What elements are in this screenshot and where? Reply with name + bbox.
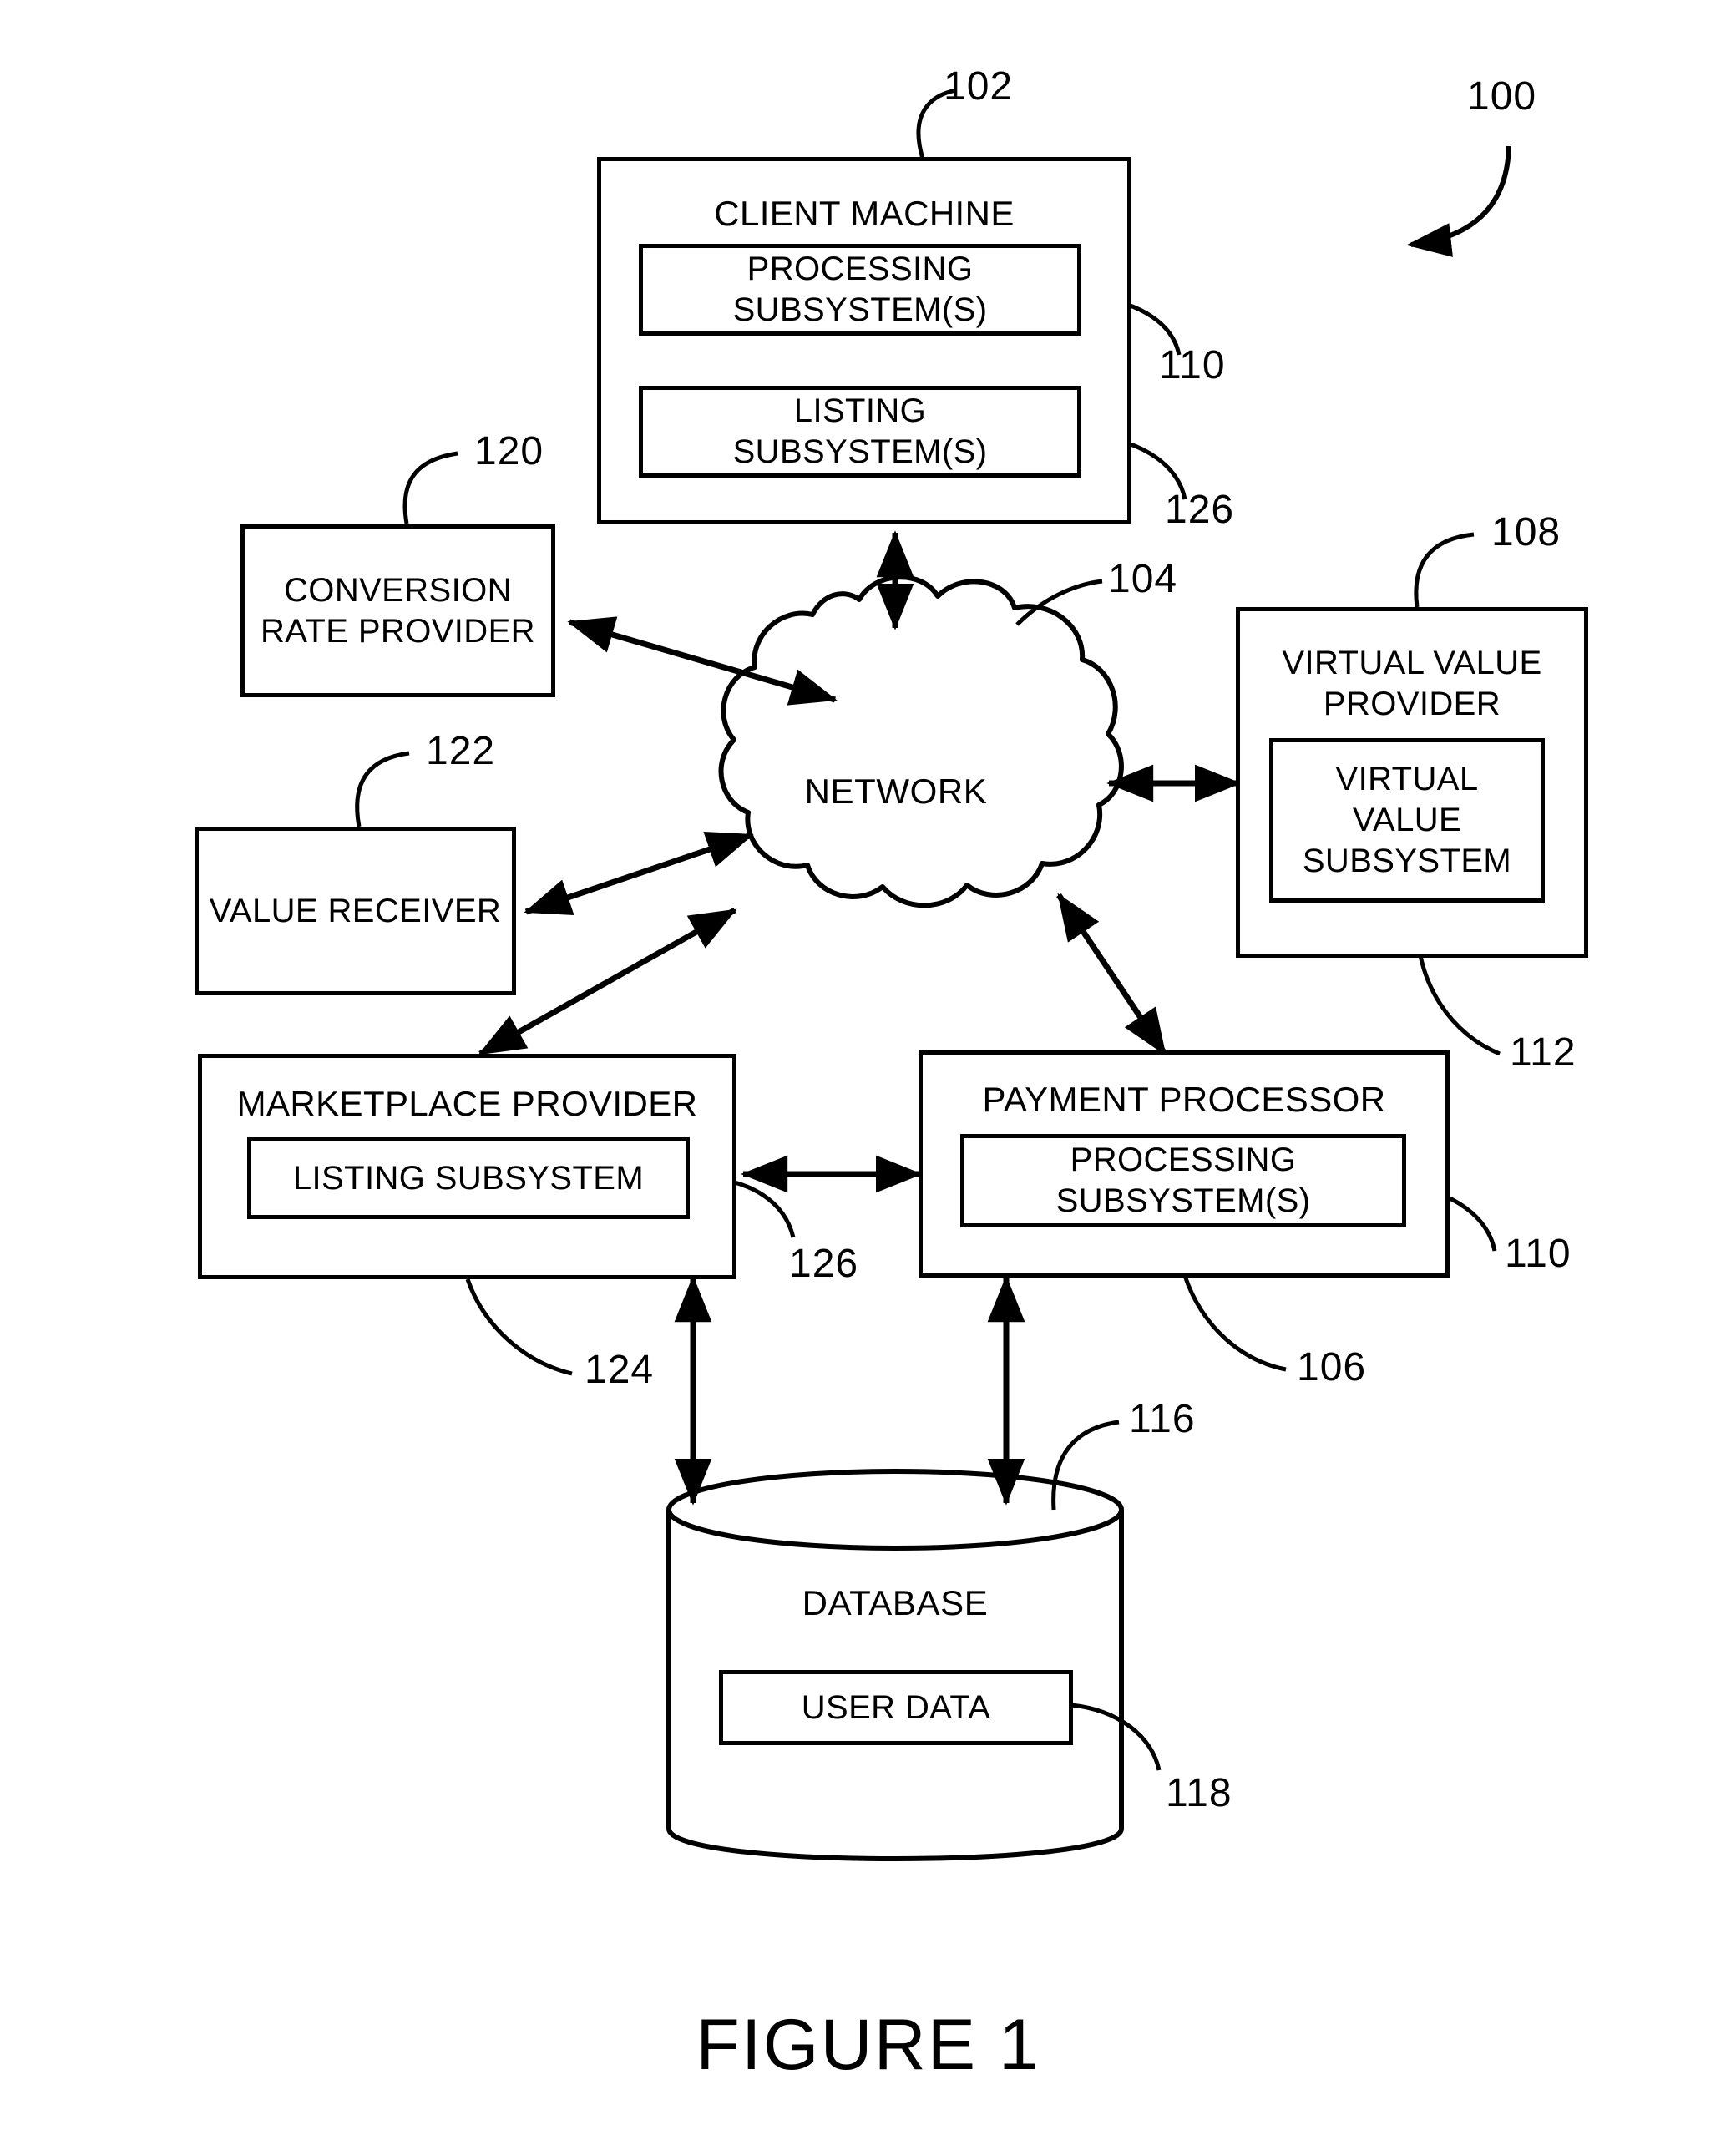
ref-116: 116 bbox=[1129, 1397, 1196, 1441]
ref-124: 124 bbox=[585, 1348, 655, 1392]
network-label: NETWORK bbox=[804, 772, 988, 811]
value-receiver-label: VALUE RECEIVER bbox=[209, 892, 502, 929]
client-processing-subsystem-label-line1: PROCESSING bbox=[747, 251, 974, 288]
ref-110-payment: 110 bbox=[1505, 1232, 1572, 1276]
virtual-value-subsystem-label-line2: VALUE bbox=[1352, 802, 1462, 839]
ref-126-client: 126 bbox=[1165, 488, 1235, 532]
leader-106 bbox=[1182, 1275, 1287, 1372]
ref-108: 108 bbox=[1491, 510, 1561, 554]
patent-figure-page: CLIENT MACHINE PROCESSING SUBSYSTEM(S) L… bbox=[0, 0, 1736, 2156]
payment-processing-subsystem[interactable]: PROCESSING SUBSYSTEM(S) bbox=[960, 1134, 1406, 1227]
leader-100 bbox=[1406, 145, 1511, 257]
virtual-value-subsystem-label-line3: SUBSYSTEM bbox=[1302, 842, 1512, 879]
client-machine-title: CLIENT MACHINE bbox=[714, 194, 1015, 233]
arrow-marketplace-network bbox=[478, 907, 737, 1057]
client-listing-subsystem-label-line2: SUBSYSTEM(S) bbox=[732, 433, 988, 470]
virtual-value-provider-label-line2: PROVIDER bbox=[1323, 685, 1501, 722]
conversion-rate-provider-label-line2: RATE PROVIDER bbox=[261, 612, 535, 650]
leader-120 bbox=[402, 451, 458, 524]
payment-processor-title: PAYMENT PROCESSOR bbox=[982, 1080, 1386, 1119]
conversion-rate-provider-label-line1: CONVERSION bbox=[284, 571, 512, 609]
leader-122 bbox=[355, 751, 410, 827]
marketplace-listing-subsystem-label: LISTING SUBSYSTEM bbox=[292, 1159, 645, 1197]
ref-122: 122 bbox=[426, 729, 496, 773]
client-listing-subsystem-label-line1: LISTING bbox=[793, 392, 927, 430]
network-cloud-shape bbox=[718, 574, 1124, 908]
ref-112: 112 bbox=[1510, 1030, 1577, 1075]
ref-110-client: 110 bbox=[1159, 343, 1226, 387]
user-data-block[interactable]: USER DATA bbox=[719, 1670, 1073, 1745]
arrow-payment-network bbox=[1056, 893, 1167, 1056]
virtual-value-subsystem[interactable]: VIRTUAL VALUE SUBSYSTEM bbox=[1269, 738, 1545, 903]
ref-106: 106 bbox=[1297, 1345, 1367, 1389]
marketplace-listing-subsystem[interactable]: LISTING SUBSYSTEM bbox=[247, 1137, 690, 1219]
ref-126-marketplace: 126 bbox=[789, 1242, 859, 1286]
node-conversion-rate-provider[interactable]: CONVERSION RATE PROVIDER bbox=[240, 524, 555, 697]
figure-caption: FIGURE 1 bbox=[696, 2005, 1040, 2085]
ref-120: 120 bbox=[474, 429, 544, 473]
client-listing-subsystem[interactable]: LISTING SUBSYSTEM(S) bbox=[639, 386, 1081, 478]
payment-processing-subsystem-label-line1: PROCESSING bbox=[1070, 1141, 1297, 1179]
user-data-label: USER DATA bbox=[801, 1688, 991, 1726]
marketplace-provider-title: MARKETPLACE PROVIDER bbox=[236, 1084, 698, 1123]
leader-108 bbox=[1414, 532, 1475, 608]
virtual-value-subsystem-label-line1: VIRTUAL bbox=[1335, 761, 1479, 798]
leader-124 bbox=[465, 1278, 573, 1376]
ref-102: 102 bbox=[944, 64, 1014, 109]
client-processing-subsystem[interactable]: PROCESSING SUBSYSTEM(S) bbox=[639, 244, 1081, 336]
database-cylinder-shape bbox=[666, 1469, 1124, 1861]
ref-118: 118 bbox=[1166, 1771, 1232, 1815]
ref-100: 100 bbox=[1467, 74, 1537, 119]
virtual-value-provider-label-line1: VIRTUAL VALUE bbox=[1282, 645, 1542, 681]
payment-processing-subsystem-label-line2: SUBSYSTEM(S) bbox=[1055, 1182, 1311, 1219]
node-value-receiver[interactable]: VALUE RECEIVER bbox=[195, 827, 516, 995]
arrow-valuereceiver-network bbox=[524, 831, 754, 916]
leader-118 bbox=[1070, 1703, 1162, 1771]
database-label: DATABASE bbox=[802, 1583, 989, 1622]
client-processing-subsystem-label-line2: SUBSYSTEM(S) bbox=[732, 291, 988, 328]
ref-104: 104 bbox=[1108, 557, 1178, 601]
